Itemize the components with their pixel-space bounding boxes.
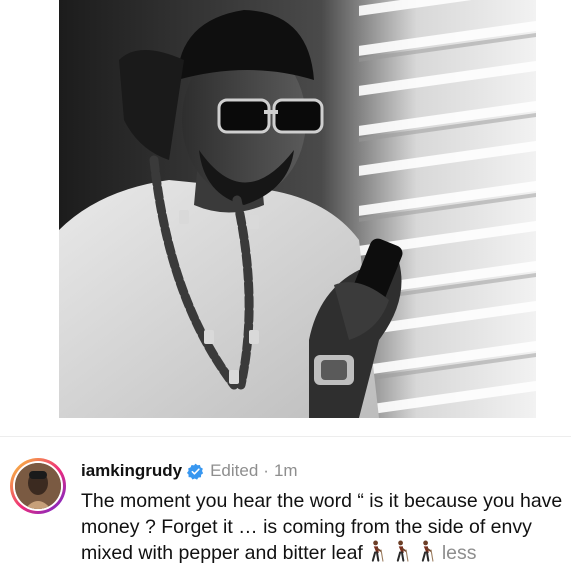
less-toggle-link[interactable]: less [442,542,477,564]
timestamp: 1m [273,461,298,480]
person-walking-with-cane-icon [371,540,384,562]
photo-illustration [59,0,536,418]
person-walking-with-cane-icon [396,540,409,562]
meta-separator: · [263,461,269,480]
instagram-post: iamkingrudy Edited · 1m The moment you h… [0,0,571,582]
verified-badge-icon [187,463,204,480]
caption-divider [0,436,571,437]
avatar-ring-gap [13,461,63,511]
caption-emojis [367,540,442,562]
caption-block: iamkingrudy Edited · 1m The moment you h… [81,458,565,566]
caption-text: The moment you hear the word “ is it bec… [81,490,563,564]
avatar[interactable] [10,458,66,514]
caption-text-block: The moment you hear the word “ is it bec… [81,488,565,566]
person-walking-with-cane-icon [421,540,434,562]
post-photo[interactable] [59,0,536,418]
avatar-image [15,463,61,509]
caption-meta: iamkingrudy Edited · 1m [81,458,565,484]
username-link[interactable]: iamkingrudy [81,461,182,481]
edited-label: Edited [210,461,259,480]
